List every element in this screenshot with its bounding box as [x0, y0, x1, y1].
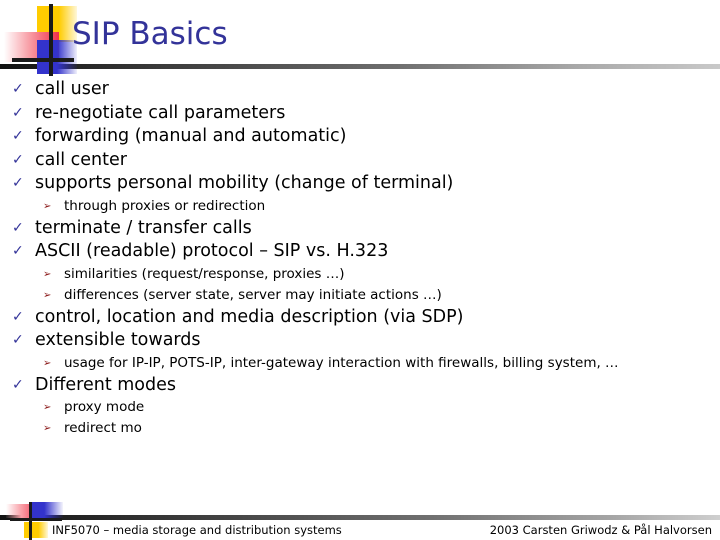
bullet-text: Different modes [35, 374, 176, 395]
bullet-text: call center [35, 149, 127, 170]
bullet-text: terminate / transfer calls [35, 217, 252, 238]
sub-bullet-item: ➢ through proxies or redirection [35, 196, 720, 217]
check-mark-icon: ✓ [12, 151, 24, 168]
slide-logo-top [4, 4, 80, 76]
sub-bullet-text: usage for IP-IP, POTS-IP, inter-gateway … [64, 354, 619, 371]
logo-horizontal-line [12, 58, 74, 62]
sub-bullet-text: redirect mo [64, 420, 142, 436]
bullet-list: ✓ call user ✓ re-negotiate call paramete… [0, 78, 720, 439]
sub-bullet-text: proxy mode [64, 399, 145, 415]
bullet-item: ✓ ASCII (readable) protocol – SIP vs. H.… [0, 240, 720, 264]
logo-bottom-blue-rectangle [29, 502, 63, 518]
bullet-item: ✓ extensible towards [0, 329, 720, 353]
check-mark-icon: ✓ [12, 376, 24, 393]
bullet-item: ✓ terminate / transfer calls [0, 217, 720, 241]
arrowhead-bullet-icon: ➢ [43, 357, 52, 369]
arrowhead-bullet-icon: ➢ [43, 402, 52, 413]
bullet-text: ASCII (readable) protocol – SIP vs. H.32… [35, 241, 389, 261]
bullet-text: extensible towards [35, 330, 201, 350]
footer-course-label: INF5070 – media storage and distribution… [52, 523, 342, 537]
sub-bullet-item: ➢ similarities (request/response, proxie… [35, 264, 720, 285]
logo-vertical-line [49, 4, 53, 76]
check-mark-icon: ✓ [12, 243, 24, 259]
logo-bottom-vertical-line [29, 502, 32, 540]
arrowhead-bullet-icon: ➢ [43, 200, 52, 212]
arrowhead-bullet-icon: ➢ [43, 289, 52, 301]
bullet-item: ✓ call center [0, 149, 720, 173]
check-mark-icon: ✓ [12, 128, 24, 144]
sub-bullet-text: through proxies or redirection [64, 197, 266, 214]
bullet-item: ✓ control, location and media descriptio… [0, 306, 720, 330]
sub-bullet-text: differences (server state, server may in… [64, 286, 442, 303]
bullet-text: control, location and media description … [35, 306, 464, 327]
footer-divider [0, 515, 720, 520]
check-mark-icon: ✓ [12, 81, 24, 97]
check-mark-icon: ✓ [12, 104, 24, 121]
check-mark-icon: ✓ [12, 332, 24, 348]
check-mark-icon: ✓ [12, 308, 24, 325]
logo-bottom-horizontal-line [10, 518, 62, 521]
bullet-item: ✓ Different modes [0, 374, 720, 398]
sub-bullet-item: ➢ redirect mo [35, 418, 720, 439]
footer-copyright-label: 2003 Carsten Griwodz & Pål Halvorsen [489, 523, 712, 537]
logo-blue-square [37, 40, 77, 74]
arrowhead-bullet-icon: ➢ [43, 268, 52, 280]
sub-bullet-group: ➢ similarities (request/response, proxie… [0, 264, 720, 306]
sub-bullet-list: ➢ similarities (request/response, proxie… [35, 264, 720, 306]
bullet-item: ✓ re-negotiate call parameters [0, 102, 720, 126]
sub-bullet-item: ➢ differences (server state, server may … [35, 285, 720, 306]
bullet-text: call user [35, 79, 109, 99]
bullet-text: forwarding (manual and automatic) [35, 126, 347, 146]
sub-bullet-list: ➢ through proxies or redirection [35, 196, 720, 217]
sub-bullet-list: ➢ proxy mode ➢ redirect mo [35, 397, 720, 439]
bullet-item: ✓ forwarding (manual and automatic) [0, 125, 720, 149]
bullet-item: ✓ supports personal mobility (change of … [0, 172, 720, 196]
arrowhead-bullet-icon: ➢ [43, 423, 52, 434]
logo-bottom-yellow-square [24, 522, 48, 538]
sub-bullet-item: ➢ usage for IP-IP, POTS-IP, inter-gatewa… [35, 353, 720, 374]
check-mark-icon: ✓ [12, 175, 24, 191]
bullet-text: re-negotiate call parameters [35, 102, 286, 123]
slide-title: SIP Basics [72, 16, 228, 52]
sub-bullet-list: ➢ usage for IP-IP, POTS-IP, inter-gatewa… [35, 353, 720, 374]
sub-bullet-item: ➢ proxy mode [35, 397, 720, 418]
bullet-text: supports personal mobility (change of te… [35, 173, 454, 193]
sub-bullet-group: ➢ through proxies or redirection [0, 196, 720, 217]
sub-bullet-group: ➢ proxy mode ➢ redirect mo [0, 397, 720, 439]
check-mark-icon: ✓ [12, 219, 24, 236]
slide-body: ✓ call user ✓ re-negotiate call paramete… [0, 78, 720, 439]
sub-bullet-group: ➢ usage for IP-IP, POTS-IP, inter-gatewa… [0, 353, 720, 374]
sub-bullet-text: similarities (request/response, proxies … [64, 265, 345, 282]
title-divider [0, 64, 720, 69]
bullet-item: ✓ call user [0, 78, 720, 102]
